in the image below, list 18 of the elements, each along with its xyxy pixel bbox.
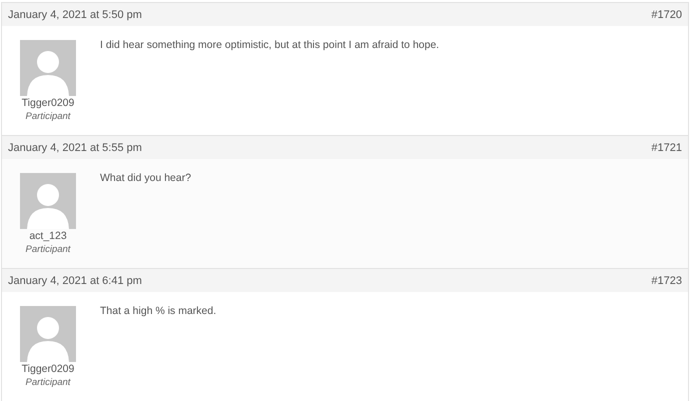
avatar-icon: [20, 306, 76, 362]
reply-text: That a high % is marked.: [99, 304, 216, 319]
avatar-icon: [20, 173, 76, 229]
permalink[interactable]: #1720: [651, 8, 682, 20]
author-role: Participant: [26, 111, 70, 122]
author-role: Participant: [26, 244, 70, 255]
post-date: January 4, 2021 at 6:41 pm: [8, 274, 142, 286]
reply-text: I did hear something more optimistic, but at this point I am afraid to hope.: [99, 38, 440, 53]
post-date: January 4, 2021 at 5:55 pm: [8, 142, 142, 154]
avatar-icon: [20, 40, 76, 96]
reply-text: What did you hear?: [99, 171, 192, 186]
permalink[interactable]: #1723: [651, 274, 682, 286]
permalink[interactable]: #1721: [651, 142, 682, 154]
author-role: Participant: [26, 377, 70, 388]
author-name[interactable]: act_123: [29, 230, 67, 242]
author-name[interactable]: Tigger0209: [22, 97, 74, 109]
post-date: January 4, 2021 at 5:50 pm: [8, 8, 142, 20]
author-name[interactable]: Tigger0209: [22, 363, 74, 375]
